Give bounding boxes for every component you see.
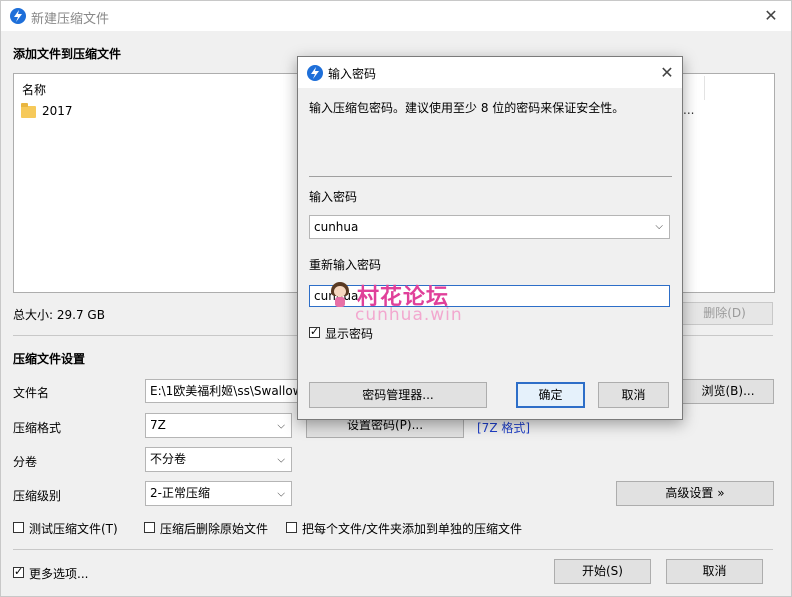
window-title: 新建压缩文件 — [31, 12, 110, 27]
dialog-title: 输入密码 — [328, 67, 377, 81]
title-bar: 新建压缩文件 ✕ — [1, 1, 791, 31]
folder-icon — [21, 103, 36, 118]
checkbox-box[interactable] — [309, 325, 320, 338]
ok-button[interactable]: 确定 — [516, 382, 585, 408]
split-label: 分卷 — [13, 455, 38, 469]
checkbox-box[interactable] — [13, 565, 24, 578]
level-label: 压缩级别 — [13, 489, 62, 503]
level-select[interactable]: 2-正常压缩 ⌵ — [145, 481, 292, 506]
divider — [309, 176, 672, 177]
delete-after-checkbox[interactable]: 压缩后删除原始文件 — [144, 520, 279, 536]
format-label: 压缩格式 — [13, 421, 62, 435]
chevron-down-icon: ⌵ — [277, 420, 285, 431]
filename-input[interactable]: E:\1欧美福利姬\ss\Swallow — [145, 379, 305, 403]
checkbox-box[interactable] — [13, 522, 24, 533]
test-archive-checkbox[interactable]: 测试压缩文件(T) — [13, 520, 138, 536]
password-input[interactable]: cunhua ⌵ — [309, 215, 670, 239]
column-divider[interactable] — [704, 76, 705, 100]
checkbox-label: 显示密码 — [325, 327, 374, 341]
reenter-password-input[interactable]: cunhua — [309, 285, 670, 307]
split-select[interactable]: 不分卷 ⌵ — [145, 447, 292, 472]
add-files-heading: 添加文件到压缩文件 — [13, 47, 122, 61]
separate-archives-checkbox[interactable]: 把每个文件/文件夹添加到单独的压缩文件 — [286, 520, 536, 536]
browse-button[interactable]: 浏览(B)... — [682, 379, 774, 404]
checkbox-box[interactable] — [144, 522, 155, 533]
app-logo-icon — [307, 65, 323, 81]
chevron-down-icon: ⌵ — [277, 488, 285, 499]
level-value: 2-正常压缩 — [150, 486, 210, 500]
truncated-column: ... — [683, 103, 695, 117]
total-size: 总大小: 29.7 GB — [13, 308, 105, 322]
chevron-down-icon[interactable]: ⌵ — [655, 216, 663, 238]
settings-heading: 压缩文件设置 — [13, 352, 86, 366]
show-password-checkbox[interactable]: 显示密码 — [309, 325, 399, 341]
dialog-title-bar: 输入密码 ✕ — [298, 57, 682, 88]
password-label: 输入密码 — [309, 190, 358, 204]
format-value: 7Z — [150, 418, 166, 432]
list-item[interactable]: 2017 — [20, 102, 300, 120]
checkbox-box[interactable] — [286, 522, 297, 533]
advanced-settings-button[interactable]: 高级设置 » — [616, 481, 774, 506]
chevron-down-icon: ⌵ — [277, 454, 285, 465]
checkbox-label: 更多选项... — [29, 567, 89, 581]
more-options-checkbox[interactable]: 更多选项... — [13, 565, 113, 581]
close-icon[interactable]: ✕ — [652, 57, 682, 88]
checkbox-label: 压缩后删除原始文件 — [160, 522, 269, 536]
app-logo-icon — [10, 8, 26, 24]
list-header-name[interactable]: 名称 — [22, 81, 46, 98]
close-icon[interactable]: ✕ — [756, 1, 786, 31]
dialog-description: 输入压缩包密码。建议使用至少 8 位的密码来保证安全性。 — [309, 101, 625, 115]
password-dialog: 输入密码 ✕ 输入压缩包密码。建议使用至少 8 位的密码来保证安全性。 输入密码… — [297, 56, 683, 420]
divider — [13, 549, 773, 550]
delete-button[interactable]: 删除(D) — [676, 302, 773, 325]
cancel-button[interactable]: 取消 — [666, 559, 763, 584]
checkbox-label: 测试压缩文件(T) — [29, 522, 118, 536]
reenter-label: 重新输入密码 — [309, 258, 382, 272]
start-button[interactable]: 开始(S) — [554, 559, 651, 584]
password-manager-button[interactable]: 密码管理器... — [309, 382, 487, 408]
filename-label: 文件名 — [13, 386, 50, 400]
password-value: cunhua — [314, 220, 359, 234]
checkbox-label: 把每个文件/文件夹添加到单独的压缩文件 — [302, 522, 523, 536]
list-item-name: 2017 — [42, 104, 73, 118]
format-link[interactable]: [7Z 格式] — [477, 419, 530, 436]
split-value: 不分卷 — [150, 452, 187, 466]
format-select[interactable]: 7Z ⌵ — [145, 413, 292, 438]
dialog-cancel-button[interactable]: 取消 — [598, 382, 669, 408]
